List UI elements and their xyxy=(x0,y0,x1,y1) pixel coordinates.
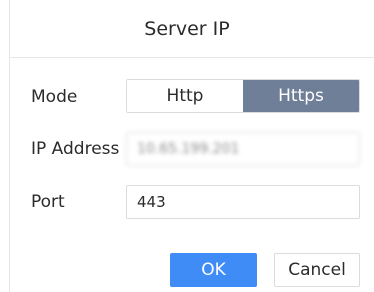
ip-address-label: IP Address xyxy=(31,139,120,159)
mode-segmented-control: Http Https xyxy=(126,79,360,113)
mode-label: Mode xyxy=(31,87,78,107)
mode-option-https[interactable]: Https xyxy=(243,80,359,112)
ok-button[interactable]: OK xyxy=(170,253,257,287)
dialog-title: Server IP xyxy=(144,18,230,40)
header-divider xyxy=(10,57,374,58)
mode-option-http[interactable]: Http xyxy=(127,80,243,112)
ip-address-input[interactable] xyxy=(126,132,360,166)
dialog-left-border xyxy=(9,0,10,292)
port-input[interactable] xyxy=(126,185,360,219)
port-label: Port xyxy=(31,192,65,212)
cancel-button[interactable]: Cancel xyxy=(274,253,360,287)
server-ip-dialog: Server IP Mode Http Https IP Address Por… xyxy=(0,0,374,292)
